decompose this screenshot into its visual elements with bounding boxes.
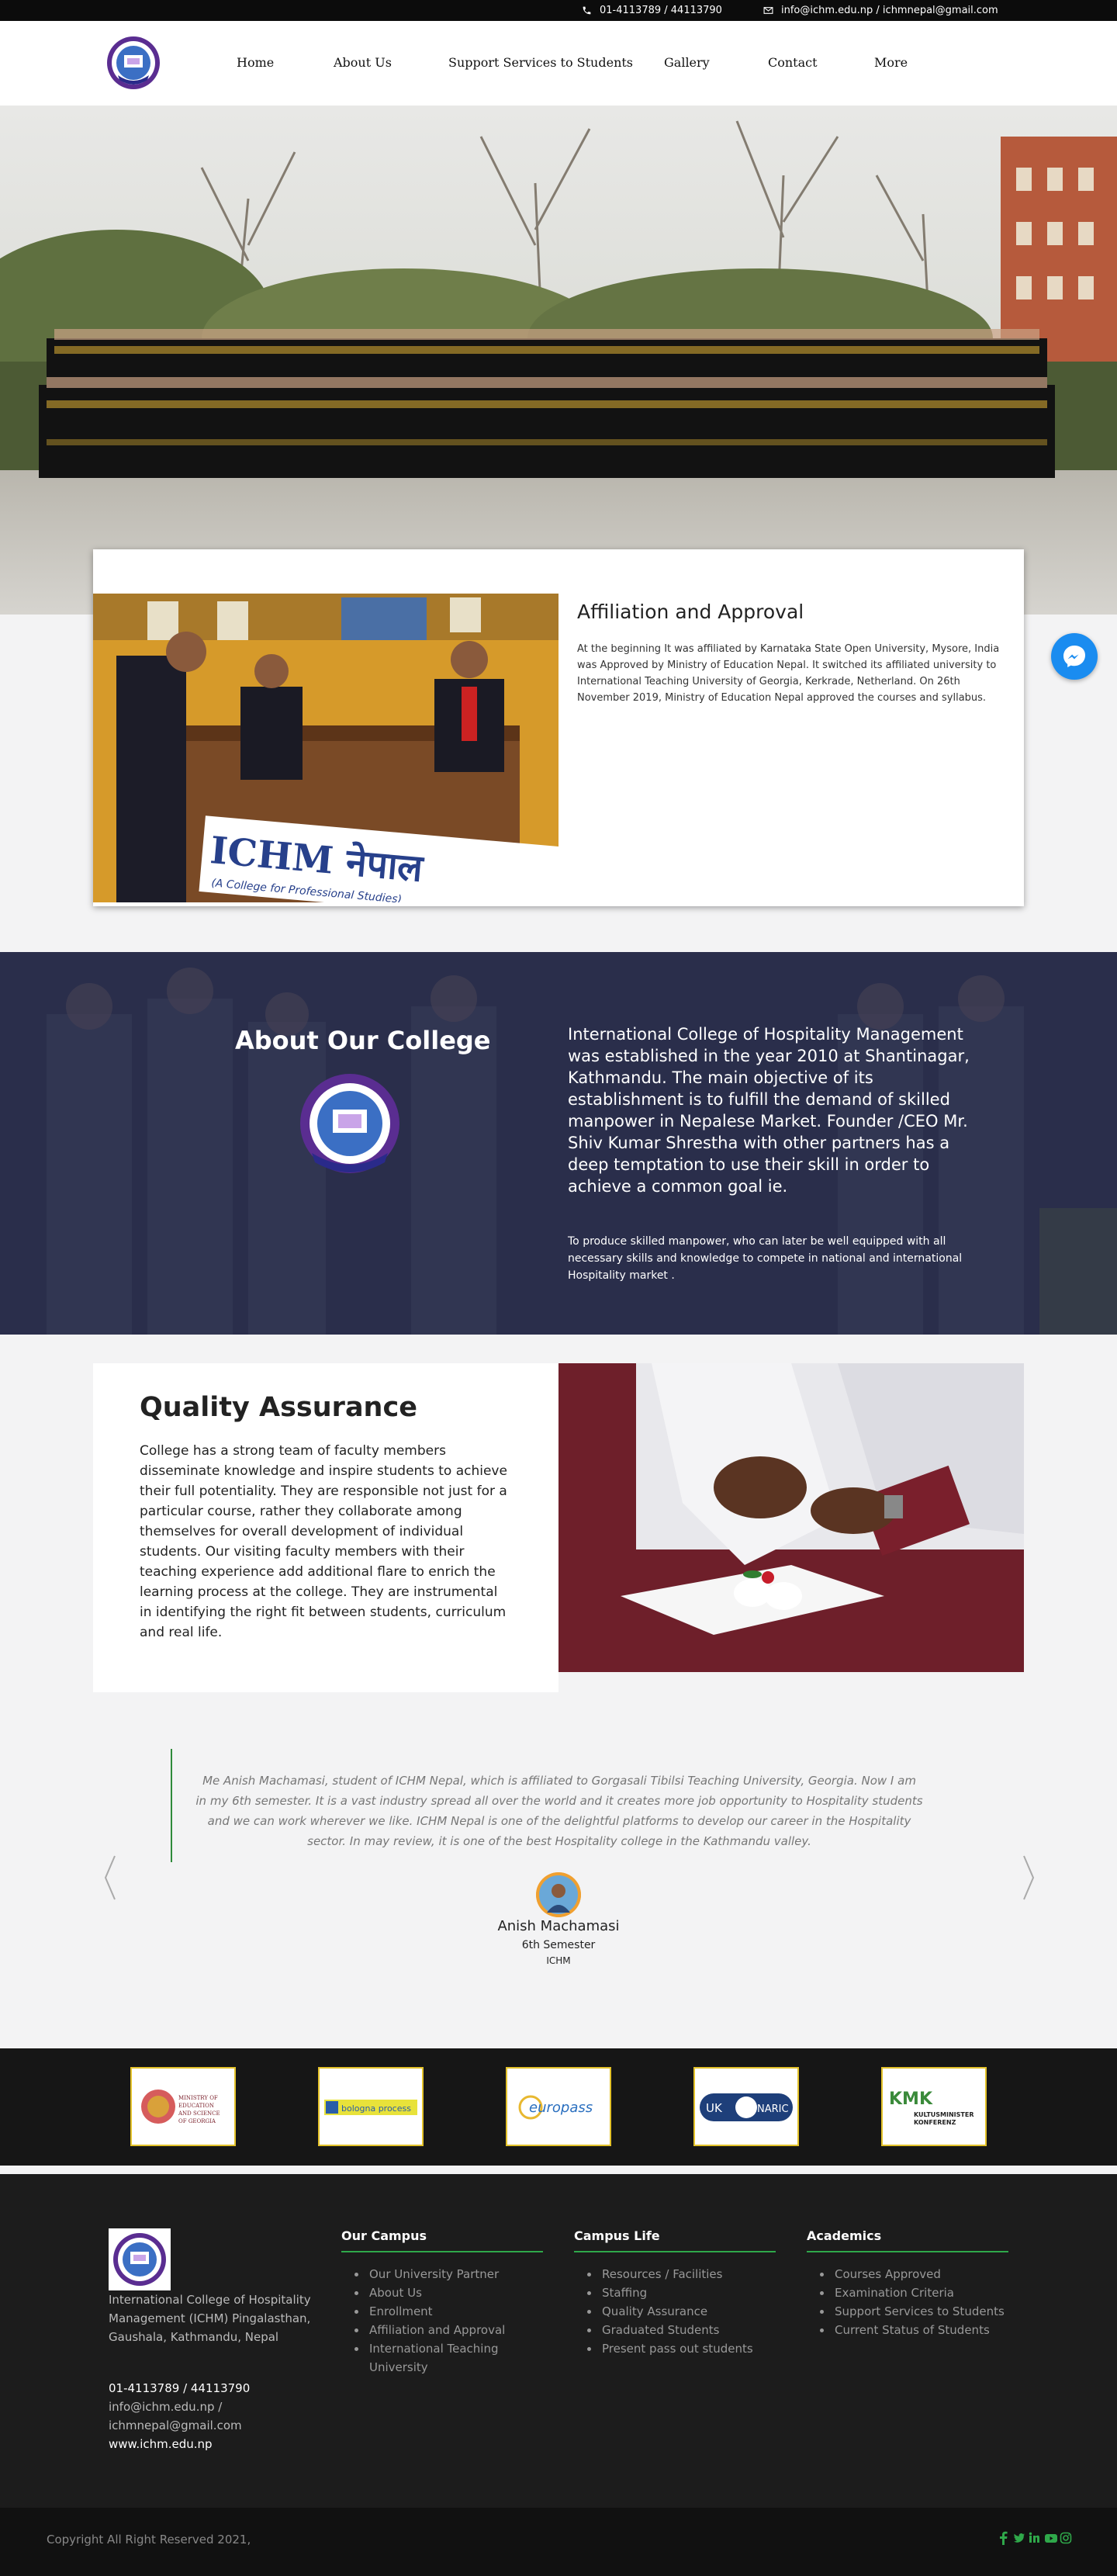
facebook-icon[interactable]	[998, 2531, 1008, 2545]
nav-gallery[interactable]: Gallery	[664, 55, 710, 70]
footer-link[interactable]: Quality Assurance	[587, 2302, 776, 2321]
college-seal	[296, 1072, 403, 1179]
footer-col-campus-life: Campus Life Resources / Facilities Staff…	[574, 2228, 776, 2358]
top-phone-text: 01-4113789 / 44113790	[600, 5, 722, 16]
footer-link[interactable]: Examination Criteria	[820, 2283, 1008, 2302]
carousel-next-arrow[interactable]	[1021, 1854, 1036, 1901]
footer-link[interactable]: Present pass out students	[587, 2339, 776, 2358]
testimonial-semester: 6th Semester	[521, 1939, 596, 1951]
partner-kmk[interactable]: KMK KULTUSMINISTER KONFERENZ	[881, 2067, 987, 2146]
twitter-icon[interactable]	[1013, 2531, 1025, 2545]
top-phone[interactable]: 01-4113789 / 44113790	[582, 5, 722, 16]
footer-col-title: Academics	[807, 2228, 1008, 2252]
footer-link[interactable]: Support Services to Students	[820, 2302, 1008, 2321]
carousel-prev-arrow[interactable]	[102, 1854, 118, 1901]
svg-text:AND SCIENCE: AND SCIENCE	[178, 2110, 220, 2117]
testimonial-name: Anish Machamasi	[497, 1918, 620, 1934]
footer-col-our-campus: Our Campus Our University Partner About …	[341, 2228, 543, 2377]
messenger-icon	[1063, 646, 1085, 667]
footer-col-title: Campus Life	[574, 2228, 776, 2252]
college-logo[interactable]	[105, 35, 161, 91]
footer-contact: 01-4113789 / 44113790 info@ichm.edu.np /…	[109, 2379, 318, 2453]
top-email[interactable]: info@ichm.edu.np / ichmnepal@gmail.com	[763, 5, 998, 16]
copyright-text: Copyright All Right Reserved 2021,	[47, 2533, 251, 2547]
footer-link[interactable]: Affiliation and Approval	[354, 2321, 543, 2339]
college-seal-icon	[113, 2233, 166, 2286]
partner-ministry-georgia[interactable]: MINISTRY OF EDUCATION AND SCIENCE OF GEO…	[130, 2067, 236, 2146]
svg-text:UK: UK	[706, 2101, 723, 2115]
top-email-text: info@ichm.edu.np / ichmnepal@gmail.com	[781, 5, 998, 16]
partner-uk-naric[interactable]: UK NARIC	[693, 2067, 799, 2146]
nav-support-services[interactable]: Support Services to Students	[448, 55, 633, 70]
youtube-icon[interactable]	[1044, 2531, 1057, 2545]
svg-text:EDUCATION: EDUCATION	[178, 2103, 214, 2109]
quality-title: Quality Assurance	[140, 1392, 417, 1423]
nav-home[interactable]: Home	[237, 55, 274, 70]
social-links	[998, 2531, 1072, 2545]
messenger-chat-button[interactable]	[1051, 633, 1098, 680]
about-section: About Our College International College …	[0, 952, 1117, 1335]
footer-link[interactable]: About Us	[354, 2283, 543, 2302]
footer-address: International College of Hospitality Man…	[109, 2293, 311, 2344]
phone-icon	[583, 6, 591, 15]
navbar: Home About Us Support Services to Studen…	[0, 21, 1117, 106]
college-seal-icon	[300, 1074, 399, 1173]
about-title: About Our College	[235, 1026, 491, 1055]
affiliation-title: Affiliation and Approval	[577, 601, 804, 623]
footer-email[interactable]: info@ichm.edu.np / ichmnepal@gmail.com	[109, 2398, 318, 2435]
footer-logo[interactable]	[109, 2228, 171, 2290]
svg-text:KMK: KMK	[889, 2090, 933, 2109]
about-text: International College of Hospitality Man…	[568, 1025, 970, 1196]
chef-plating-photo	[558, 1363, 1024, 1672]
svg-text:MINISTRY OF: MINISTRY OF	[178, 2095, 218, 2101]
footer-link[interactable]: Graduated Students	[587, 2321, 776, 2339]
footer-link[interactable]: Enrollment	[354, 2302, 543, 2321]
svg-text:bologna process: bologna process	[341, 2103, 411, 2114]
hero-graduation-photo	[0, 106, 1117, 615]
footer-phone[interactable]: 01-4113789 / 44113790	[109, 2379, 318, 2398]
partner-europass[interactable]: europass	[506, 2067, 611, 2146]
footer-link[interactable]: Staffing	[587, 2283, 776, 2302]
instagram-icon[interactable]	[1060, 2531, 1072, 2545]
quote-accent-line	[171, 1749, 172, 1862]
chevron-right-icon	[1023, 1855, 1035, 1900]
footer-col-academics: Academics Courses Approved Examination C…	[807, 2228, 1008, 2339]
testimonial-avatar	[536, 1872, 581, 1917]
footer-col-title: Our Campus	[341, 2228, 543, 2252]
testimonial-org: ICHM	[546, 1955, 571, 1966]
svg-text:OF GEORGIA: OF GEORGIA	[178, 2118, 216, 2124]
partner-bologna-process[interactable]: bologna process	[318, 2067, 424, 2146]
affiliation-card: ICHM नेपाल (A College for Professional S…	[93, 549, 1024, 906]
about-small-text: To produce skilled manpower, who can lat…	[568, 1235, 963, 1282]
testimonial-quote: Me Anish Machamasi, student of ICHM Nepa…	[195, 1774, 923, 1848]
reception-photo: ICHM नेपाल (A College for Professional S…	[93, 594, 558, 902]
quality-text: College has a strong team of faculty mem…	[140, 1443, 507, 1640]
footer-link[interactable]: Our University Partner	[354, 2265, 543, 2283]
college-seal-icon	[107, 36, 160, 89]
affiliation-text: At the beginning It was affiliated by Ka…	[577, 643, 1000, 704]
nav-more[interactable]: More	[874, 55, 908, 70]
footer: International College of Hospitality Man…	[0, 2174, 1117, 2508]
footer-link[interactable]: Resources / Facilities	[587, 2265, 776, 2283]
footer-link[interactable]: International Teaching University	[354, 2339, 543, 2377]
nav-about-us[interactable]: About Us	[334, 55, 392, 70]
svg-text:KULTUSMINISTER: KULTUSMINISTER	[914, 2111, 974, 2118]
nav-contact[interactable]: Contact	[768, 55, 818, 70]
footer-website[interactable]: www.ichm.edu.np	[109, 2435, 318, 2453]
partners-strip: MINISTRY OF EDUCATION AND SCIENCE OF GEO…	[0, 2048, 1117, 2166]
footer-link[interactable]: Current Status of Students	[820, 2321, 1008, 2339]
envelope-icon	[763, 7, 773, 14]
top-bar: 01-4113789 / 44113790 info@ichm.edu.np /…	[0, 0, 1117, 21]
linkedin-icon[interactable]	[1029, 2531, 1039, 2545]
chevron-left-icon	[104, 1855, 116, 1900]
svg-text:KONFERENZ: KONFERENZ	[914, 2119, 956, 2126]
copyright-bar: Copyright All Right Reserved 2021,	[0, 2508, 1117, 2576]
svg-text:europass: europass	[529, 2100, 593, 2116]
quality-assurance-box: Quality Assurance College has a strong t…	[93, 1363, 558, 1692]
svg-text:NARIC: NARIC	[757, 2103, 789, 2115]
footer-link[interactable]: Courses Approved	[820, 2265, 1008, 2283]
